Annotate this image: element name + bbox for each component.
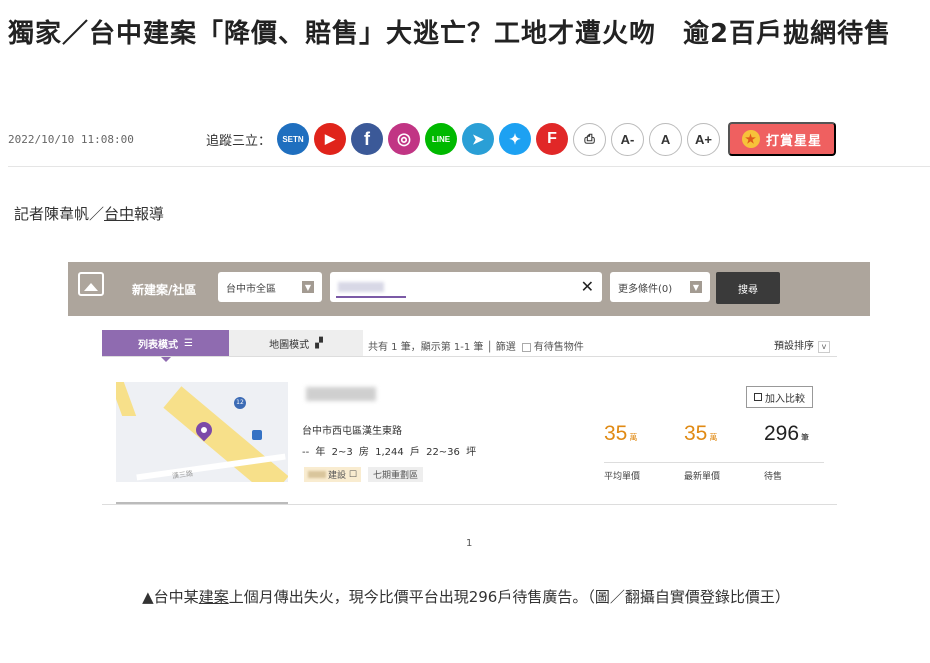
sort-label: 預設排序 (774, 341, 814, 352)
clear-icon: ✕ (580, 277, 594, 296)
byline: 記者陳韋帆／台中報導 (14, 203, 164, 224)
search-button: 搜尋 (716, 272, 780, 304)
avg-price-label: 平均單價 (604, 472, 641, 482)
tab-map-mode: 地圖模式 ▞ (229, 330, 363, 356)
line-icon[interactable]: LINE (425, 123, 458, 155)
more-conditions-select: 更多條件(0) ▼ (610, 272, 710, 302)
for-sale-value: 296 (764, 422, 800, 445)
byline-location-link[interactable]: 台中 (104, 205, 134, 223)
bar-title: 新建案/社區 (132, 283, 197, 297)
article-image: 新建案/社區 台中市全區 ▼ ✕ 更多條件(0) ▼ 搜尋 列表模式 ☰ 地圖模… (68, 262, 870, 554)
chevron-down-icon: ▼ (690, 281, 702, 293)
map-road (116, 382, 137, 416)
caption-prefix: ▲台中某 (142, 588, 199, 606)
tab-list-mode: 列表模式 ☰ (102, 330, 229, 362)
compare-label: 加入比較 (765, 393, 805, 405)
map-icon: ▞ (315, 337, 323, 349)
bus-stop-icon (252, 430, 262, 440)
listing-map-thumbnail: 12 漢三路 (116, 382, 288, 482)
blurred-query (338, 282, 384, 292)
donate-label: 打賞星星 (766, 132, 823, 148)
caption-link[interactable]: 建案 (199, 588, 229, 606)
article-meta-row: 2022/10/10 11:08:00 追蹤三立： SETN ▶ f ◎ LIN… (8, 121, 930, 157)
builder-tag-label: 建設 (328, 471, 347, 481)
caption-text: 上個月傳出失火，現今比價平台出現296戶待售廣告。（圖／翻攝自實價登錄比價王） (228, 588, 790, 606)
meta-divider (8, 166, 930, 167)
checkbox-icon (754, 393, 762, 401)
social-icons: SETN ▶ f ◎ LINE ➤ ✦ F ⎙ A- A A+ (277, 122, 721, 156)
article-headline: 獨家／台中建案「降價、賠售」大逃亡？工地才遭火吻 逾2百戶拋網待售 (8, 19, 892, 49)
byline-prefix: 記者陳韋帆／ (14, 205, 105, 223)
listing-households: 1,244 戶 (375, 447, 420, 458)
font-normal-button[interactable]: A (649, 122, 683, 156)
avg-price-stat: 35 萬 (604, 422, 637, 446)
sort-select: 預設排序 v (774, 337, 830, 353)
setn-icon[interactable]: SETN (277, 123, 310, 155)
print-button[interactable]: ⎙ (573, 122, 607, 156)
avg-price-value: 35 (604, 422, 628, 445)
listing-address: 台中市西屯區漢生東路 (302, 426, 402, 437)
listing-rooms: 2~3 房 (331, 447, 369, 458)
for-sale-stat: 296 筆 (764, 422, 809, 446)
facebook-icon[interactable]: f (351, 123, 384, 155)
tab-map-label: 地圖模式 (269, 339, 310, 351)
listing-year: -- 年 (302, 447, 326, 458)
for-sale-label: 待售 (764, 472, 783, 482)
latest-price-unit: 萬 (709, 433, 718, 442)
map-road-label: 漢三路 (171, 469, 194, 481)
blurred-builder-name (308, 471, 326, 478)
add-compare-button: 加入比較 (746, 386, 813, 408)
youtube-icon[interactable]: ▶ (314, 123, 347, 155)
road-number-badge: 12 (234, 397, 246, 409)
latest-price-label: 最新單價 (684, 472, 721, 482)
avg-price-unit: 萬 (629, 433, 638, 442)
font-larger-button[interactable]: A+ (687, 122, 721, 156)
region-select: 台中市全區 ▼ (218, 272, 322, 302)
search-bar: 新建案/社區 台中市全區 ▼ ✕ 更多條件(0) ▼ 搜尋 (68, 262, 870, 316)
blurred-listing-name (306, 387, 376, 401)
region-select-value: 台中市全區 (226, 283, 276, 295)
result-count: 共有 1 筆，顯示第 1-1 筆 │ 篩選 有待售物件 (368, 338, 584, 353)
search-input: ✕ (330, 272, 602, 302)
flipboard-icon[interactable]: F (536, 123, 569, 155)
zone-tag: 七期重劃區 (368, 467, 424, 482)
instagram-icon[interactable]: ◎ (388, 123, 421, 155)
tabs-divider (102, 356, 837, 357)
list-icon: ☰ (184, 337, 193, 349)
donate-star-button[interactable]: ★ 打賞星星 (728, 122, 837, 156)
for-sale-filter-label: 有待售物件 (533, 342, 584, 353)
font-smaller-button[interactable]: A- (611, 122, 645, 156)
gallery-icon (78, 272, 104, 296)
pagination-page: 1 (466, 538, 473, 549)
star-icon: ★ (742, 130, 761, 148)
byline-suffix: 報導 (134, 205, 165, 223)
listing-area: 22~36 坪 (426, 447, 477, 458)
telegram-icon[interactable]: ➤ (462, 123, 495, 155)
external-link-icon: ☐ (348, 469, 357, 480)
image-caption: ▲台中某建案上個月傳出失火，現今比價平台出現296戶待售廣告。（圖／翻攝自實價登… (24, 582, 908, 612)
latest-price-stat: 35 萬 (684, 422, 717, 446)
checkbox-icon (521, 342, 531, 352)
chevron-down-icon: ▼ (302, 281, 314, 293)
listing-specs: -- 年 2~3 房 1,244 戶 22~36 坪 (302, 443, 476, 458)
tab-list-label: 列表模式 (138, 339, 179, 351)
query-underline (336, 296, 406, 298)
listing-divider (102, 504, 837, 505)
chevron-down-icon: v (818, 341, 830, 353)
more-conditions-label: 更多條件(0) (618, 283, 673, 295)
twitter-icon[interactable]: ✦ (499, 123, 532, 155)
for-sale-unit: 筆 (801, 433, 810, 442)
result-count-text: 共有 1 筆，顯示第 1-1 筆 │ 篩選 (368, 342, 516, 353)
latest-price-value: 35 (684, 422, 708, 445)
stats-divider (604, 462, 824, 463)
builder-tag: 建設 ☐ (304, 467, 361, 482)
follow-label: 追蹤三立： (206, 133, 272, 149)
publish-timestamp: 2022/10/10 11:08:00 (8, 132, 134, 146)
